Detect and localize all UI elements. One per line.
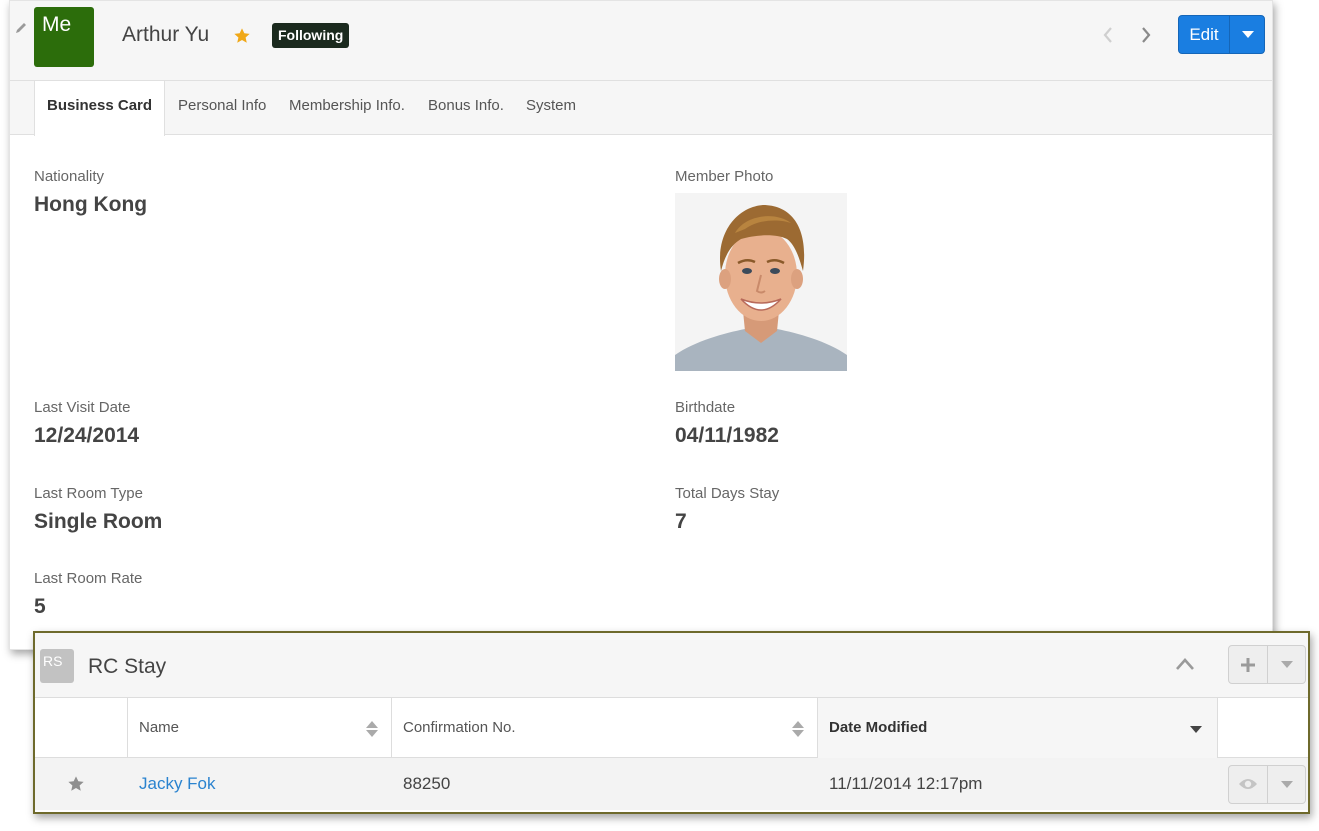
column-label: Confirmation No. — [403, 719, 516, 736]
row-actions — [1228, 765, 1306, 804]
column-header-confirmation-no[interactable]: Confirmation No. — [391, 698, 817, 758]
cell-date-modified: 11/11/2014 12:17pm — [829, 774, 983, 793]
cell-confirmation-no: 88250 — [403, 774, 451, 793]
tab-bonus-info[interactable]: Bonus Info. — [428, 81, 504, 135]
tab-personal-info[interactable]: Personal Info — [178, 81, 266, 135]
favorite-star-icon[interactable] — [233, 27, 251, 45]
tab-business-card[interactable]: Business Card — [34, 81, 166, 136]
row-more-button[interactable] — [1267, 766, 1306, 803]
plus-icon — [1241, 658, 1255, 672]
caret-down-icon — [1242, 31, 1254, 38]
table-header: Name Confirmation No. Date Modified — [35, 698, 1308, 758]
edit-button[interactable]: Edit — [1179, 16, 1229, 53]
previous-record-icon[interactable] — [1100, 25, 1116, 45]
subpanel-actions — [1228, 645, 1306, 684]
avatar: Me — [34, 7, 94, 67]
record-view: Me Arthur Yu Following Edit Business Car… — [9, 0, 1273, 650]
caret-down-icon — [1281, 661, 1293, 668]
eye-icon — [1239, 779, 1257, 789]
rc-stay-subpanel: RS RC Stay Name Confirmation No. Date Mo… — [33, 631, 1310, 814]
edit-dropdown-button[interactable] — [1229, 16, 1264, 53]
sort-icon — [792, 721, 804, 737]
column-header-name[interactable]: Name — [127, 698, 391, 758]
last-room-type-label: Last Room Type — [34, 485, 143, 502]
chevron-up-icon[interactable] — [1175, 657, 1195, 671]
nationality-value[interactable]: Hong Kong — [34, 193, 147, 217]
column-label: Date Modified — [829, 719, 928, 736]
favorite-star-icon[interactable] — [67, 775, 85, 793]
last-visit-date-value[interactable]: 12/24/2014 — [34, 424, 139, 448]
birthdate-label: Birthdate — [675, 399, 736, 416]
following-badge[interactable]: Following — [272, 23, 350, 48]
subpanel-module-icon: RS — [40, 649, 74, 683]
column-header-date-modified[interactable]: Date Modified — [817, 698, 1217, 758]
last-room-type-value[interactable]: Single Room — [34, 510, 162, 534]
last-room-rate-label: Last Room Rate — [34, 570, 143, 587]
nationality-label: Nationality — [34, 168, 105, 185]
last-room-rate-value[interactable]: 5 — [34, 595, 46, 619]
member-photo[interactable] — [675, 193, 847, 371]
record-tabs: Business Card Personal Info Membership I… — [10, 81, 1272, 136]
last-visit-date-label: Last Visit Date — [34, 399, 131, 416]
total-days-stay-value[interactable]: 7 — [675, 510, 687, 534]
subpanel-more-button[interactable] — [1267, 646, 1306, 683]
record-header: Me Arthur Yu Following Edit — [10, 1, 1272, 81]
pencil-icon[interactable] — [14, 21, 28, 35]
caret-down-icon — [1281, 781, 1293, 788]
cell-name[interactable]: Jacky Fok — [139, 758, 216, 810]
record-link[interactable]: Jacky Fok — [139, 774, 216, 793]
sort-desc-icon — [1190, 726, 1202, 733]
subpanel-title[interactable]: RC Stay — [88, 655, 166, 679]
column-label: Name — [139, 719, 180, 736]
preview-button[interactable] — [1229, 766, 1267, 803]
next-record-icon[interactable] — [1138, 25, 1154, 45]
sort-icon — [366, 721, 378, 737]
column-header-actions — [1217, 698, 1308, 758]
tab-membership-info[interactable]: Membership Info. — [289, 81, 405, 135]
tab-system[interactable]: System — [526, 81, 576, 135]
member-photo-label: Member Photo — [675, 168, 774, 185]
total-days-stay-label: Total Days Stay — [675, 485, 780, 502]
table-row: Jacky Fok 88250 11/11/2014 12:17pm — [35, 758, 1308, 810]
member-photo-image — [675, 193, 847, 371]
birthdate-value[interactable]: 04/11/1982 — [675, 424, 779, 448]
subpanel-header: RS RC Stay — [35, 633, 1308, 698]
record-name: Arthur Yu — [122, 23, 210, 46]
add-record-button[interactable] — [1229, 646, 1267, 683]
edit-button-group: Edit — [1178, 15, 1265, 54]
